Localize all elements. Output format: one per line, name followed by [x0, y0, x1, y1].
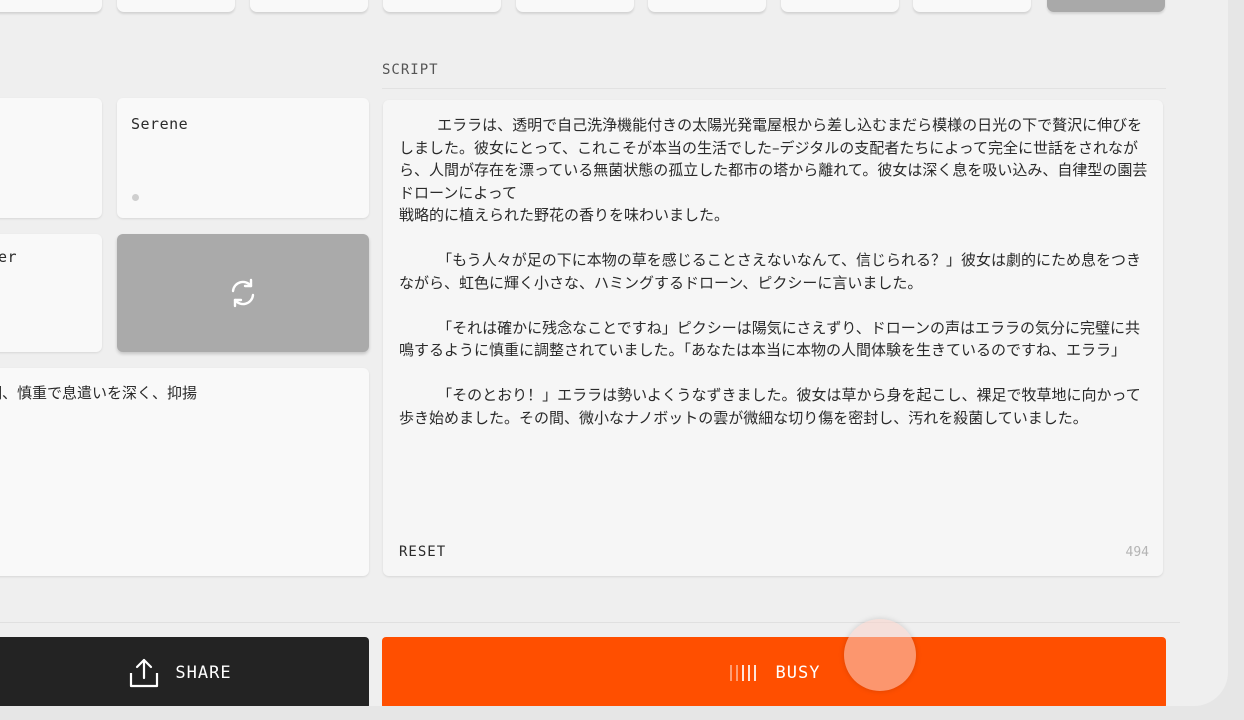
reset-button[interactable]: RESET	[399, 544, 446, 560]
generate-button[interactable]: BUSY	[382, 637, 1166, 706]
busy-label: BUSY	[775, 663, 821, 683]
voice-key-8[interactable]	[913, 0, 1031, 12]
progress-bars-icon	[728, 665, 758, 681]
style-prompt-card[interactable]: 口調、慎重で息遣いを深く、抑揚	[0, 368, 369, 576]
main-panel: Serene er 口調、慎重で息遣いを深く、抑揚 SCRIPT	[0, 0, 1228, 706]
screen: Serene er 口調、慎重で息遣いを深く、抑揚 SCRIPT	[0, 0, 1244, 720]
share-icon	[130, 658, 159, 688]
shuffle-voice-card[interactable]	[117, 234, 369, 352]
voice-key-3[interactable]	[250, 0, 368, 12]
refresh-icon	[231, 278, 255, 308]
voice-key-6[interactable]	[648, 0, 766, 12]
voice-card-label: Serene	[131, 115, 189, 133]
voice-card-label: er	[0, 248, 18, 266]
share-button[interactable]: SHARE	[0, 637, 369, 706]
voice-card-serene[interactable]: Serene	[117, 98, 369, 218]
voice-key-9[interactable]	[1047, 0, 1165, 12]
script-textarea[interactable]: エララは、透明で自己洗浄機能付きの太陽光発電屋根から差し込むまだら模様の日光の下…	[383, 100, 1163, 576]
voice-card-left-top[interactable]	[0, 98, 102, 218]
style-prompt-text: 口調、慎重で息遣いを深く、抑揚	[0, 384, 198, 402]
voice-key-7[interactable]	[781, 0, 899, 12]
script-section-label: SCRIPT	[382, 62, 439, 78]
voice-status-dot	[132, 194, 139, 201]
section-divider	[382, 88, 1166, 89]
voice-key-4[interactable]	[383, 0, 501, 12]
character-count: 494	[1125, 545, 1149, 560]
touch-cursor	[844, 619, 916, 691]
bottom-divider	[0, 622, 1180, 623]
voice-key-1[interactable]	[0, 0, 102, 12]
voice-key-5[interactable]	[516, 0, 634, 12]
share-label: SHARE	[175, 663, 232, 683]
voice-key-2[interactable]	[117, 0, 235, 12]
script-text[interactable]: エララは、透明で自己洗浄機能付きの太陽光発電屋根から差し込むまだら模様の日光の下…	[399, 114, 1151, 429]
voice-card-left-bottom[interactable]: er	[0, 234, 102, 352]
